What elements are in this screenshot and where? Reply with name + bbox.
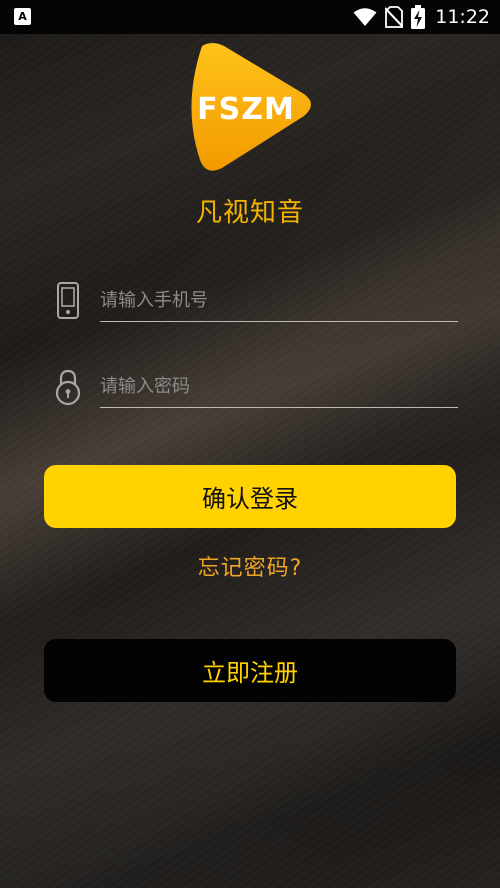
phone-field — [50, 276, 460, 328]
a-icon: A — [14, 8, 31, 25]
status-time: 11:22 — [435, 6, 490, 28]
register-button[interactable]: 立即注册 — [44, 639, 456, 702]
logo-text: FSZM — [197, 92, 295, 127]
wifi-icon — [353, 8, 377, 26]
battery-charging-icon — [411, 5, 426, 29]
app-name: 凡视知音 — [195, 198, 304, 228]
phone-underline — [100, 321, 458, 322]
phone-input[interactable] — [100, 280, 458, 320]
phone-icon — [57, 282, 79, 319]
forgot-password-link[interactable]: 忘记密码? — [0, 550, 500, 582]
password-field — [50, 362, 460, 414]
status-notifications: A — [14, 8, 31, 25]
password-input[interactable] — [100, 366, 458, 406]
no-sim-icon — [385, 6, 404, 28]
status-bar: A 11:22 — [0, 0, 500, 34]
status-indicators: 11:22 — [353, 5, 490, 29]
app-logo: FSZM — [191, 43, 311, 171]
login-button[interactable]: 确认登录 — [44, 465, 456, 528]
lock-icon — [55, 369, 81, 406]
password-underline — [100, 407, 458, 408]
